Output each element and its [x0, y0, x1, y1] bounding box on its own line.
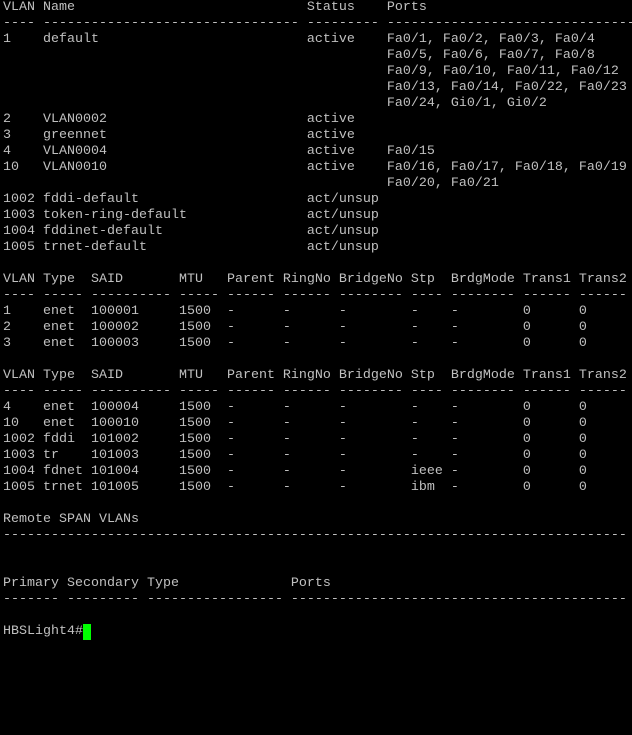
terminal-line: VLAN Name Status Ports: [3, 0, 427, 15]
terminal-line: Fa0/5, Fa0/6, Fa0/7, Fa0/8: [3, 48, 595, 63]
terminal-line: 1003 token-ring-default act/unsup: [3, 208, 379, 223]
terminal-line: ---- -------------------------------- --…: [3, 16, 632, 31]
terminal-line: 1003 tr 101003 1500 - - - - - 0 0: [3, 448, 587, 463]
terminal-line: Fa0/9, Fa0/10, Fa0/11, Fa0/12: [3, 64, 619, 79]
terminal-line: 1004 fddinet-default act/unsup: [3, 224, 379, 239]
terminal-line: VLAN Type SAID MTU Parent RingNo BridgeN…: [3, 368, 627, 383]
terminal-line: 2 enet 100002 1500 - - - - - 0 0: [3, 320, 587, 335]
terminal-window[interactable]: VLAN Name Status Ports ---- ------------…: [3, 0, 632, 735]
terminal-line: 10 enet 100010 1500 - - - - - 0 0: [3, 416, 587, 431]
terminal-line: ---- ----- ---------- ----- ------ -----…: [3, 288, 627, 303]
command-prompt-line[interactable]: HBSLight4#: [3, 624, 632, 640]
terminal-line: 4 VLAN0004 active Fa0/15: [3, 144, 435, 159]
terminal-line: Remote SPAN VLANs: [3, 512, 139, 527]
terminal-line: ----------------------------------------…: [3, 528, 627, 543]
terminal-line: 1005 trnet-default act/unsup: [3, 240, 379, 255]
terminal-line: 1005 trnet 101005 1500 - - - ibm - 0 0: [3, 480, 587, 495]
terminal-line: ---- ----- ---------- ----- ------ -----…: [3, 384, 627, 399]
terminal-line: 1 default active Fa0/1, Fa0/2, Fa0/3, Fa…: [3, 32, 595, 47]
terminal-line: 4 enet 100004 1500 - - - - - 0 0: [3, 400, 587, 415]
command-prompt: HBSLight4#: [3, 624, 83, 639]
terminal-line: 1002 fddi 101002 1500 - - - - - 0 0: [3, 432, 587, 447]
terminal-line: Fa0/20, Fa0/21: [3, 176, 499, 191]
terminal-line: 2 VLAN0002 active: [3, 112, 355, 127]
terminal-line: 1004 fdnet 101004 1500 - - - ieee - 0 0: [3, 464, 587, 479]
terminal-line: Primary Secondary Type Ports: [3, 576, 331, 591]
terminal-line: 3 greennet active: [3, 128, 355, 143]
terminal-line: Fa0/13, Fa0/14, Fa0/22, Fa0/23: [3, 80, 627, 95]
terminal-line: 1 enet 100001 1500 - - - - - 0 0: [3, 304, 587, 319]
terminal-line: 1002 fddi-default act/unsup: [3, 192, 379, 207]
terminal-line: ------- --------- ----------------- ----…: [3, 592, 627, 607]
terminal-line: 10 VLAN0010 active Fa0/16, Fa0/17, Fa0/1…: [3, 160, 627, 175]
terminal-line: Fa0/24, Gi0/1, Gi0/2: [3, 96, 547, 111]
terminal-line: VLAN Type SAID MTU Parent RingNo BridgeN…: [3, 272, 627, 287]
terminal-line: 3 enet 100003 1500 - - - - - 0 0: [3, 336, 587, 351]
text-cursor: [82, 624, 91, 640]
